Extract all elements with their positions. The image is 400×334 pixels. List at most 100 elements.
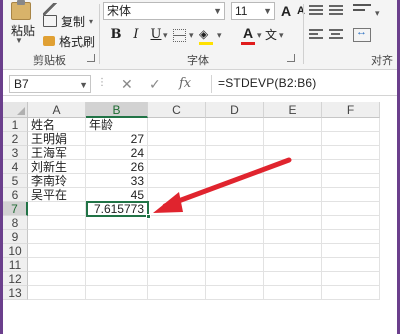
row-header-11[interactable]: 11 xyxy=(3,258,28,272)
cell-f10[interactable] xyxy=(322,244,380,258)
row-header-7[interactable]: 7 xyxy=(3,202,28,216)
cell-a11[interactable] xyxy=(28,258,86,272)
clipboard-launcher-icon[interactable] xyxy=(87,54,95,62)
cell-b11[interactable] xyxy=(86,258,148,272)
fill-handle[interactable] xyxy=(146,214,151,219)
cell-d2[interactable] xyxy=(206,132,264,146)
copy-button[interactable]: 复制 ▾ xyxy=(43,12,93,30)
font-name-select[interactable]: 宋体 ▼ xyxy=(103,2,225,20)
cell-f13[interactable] xyxy=(322,286,380,300)
cell-a2[interactable]: 王明娟 xyxy=(28,132,86,146)
cell-f8[interactable] xyxy=(322,216,380,230)
cell-e7[interactable] xyxy=(264,202,322,216)
cell-b12[interactable] xyxy=(86,272,148,286)
phonetic-guide-button[interactable]: 文 xyxy=(265,26,277,44)
cell-b8[interactable] xyxy=(86,216,148,230)
cell-c5[interactable] xyxy=(148,174,206,188)
cell-a5[interactable]: 李南玲 xyxy=(28,174,86,188)
borders-icon[interactable] xyxy=(173,29,186,42)
name-box[interactable]: B7 ▼ xyxy=(9,75,91,93)
cell-a9[interactable] xyxy=(28,230,86,244)
cell-a4[interactable]: 刘新生 xyxy=(28,160,86,174)
cell-e9[interactable] xyxy=(264,230,322,244)
drag-handle-icon[interactable]: ⋮ xyxy=(97,77,107,88)
cell-b2[interactable]: 27 xyxy=(86,132,148,146)
font-color-button[interactable]: A xyxy=(243,25,253,41)
cell-a8[interactable] xyxy=(28,216,86,230)
row-header-2[interactable]: 2 xyxy=(3,132,28,146)
cell-f5[interactable] xyxy=(322,174,380,188)
bold-button[interactable]: B xyxy=(107,26,125,44)
column-header-d[interactable]: D xyxy=(206,102,264,118)
cell-e1[interactable] xyxy=(264,118,322,132)
cell-b7[interactable]: 7.615773 xyxy=(86,201,149,217)
row-header-10[interactable]: 10 xyxy=(3,244,28,258)
chevron-down-icon[interactable]: ▾ xyxy=(257,26,262,44)
cell-c2[interactable] xyxy=(148,132,206,146)
cell-f4[interactable] xyxy=(322,160,380,174)
chevron-down-icon[interactable]: ▾ xyxy=(163,26,168,44)
cell-d4[interactable] xyxy=(206,160,264,174)
cell-c8[interactable] xyxy=(148,216,206,230)
cell-d9[interactable] xyxy=(206,230,264,244)
chevron-down-icon[interactable]: ▾ xyxy=(279,26,284,44)
cell-d13[interactable] xyxy=(206,286,264,300)
left-align-icon[interactable] xyxy=(309,29,323,41)
cell-a1[interactable]: 姓名 xyxy=(28,118,86,132)
cell-f11[interactable] xyxy=(322,258,380,272)
cell-f3[interactable] xyxy=(322,146,380,160)
cancel-icon[interactable]: ✕ xyxy=(121,76,133,92)
cell-f9[interactable] xyxy=(322,230,380,244)
column-header-e[interactable]: E xyxy=(264,102,322,118)
cell-b13[interactable] xyxy=(86,286,148,300)
row-header-4[interactable]: 4 xyxy=(3,160,28,174)
row-header-1[interactable]: 1 xyxy=(3,118,28,132)
cell-b3[interactable]: 24 xyxy=(86,146,148,160)
cell-d12[interactable] xyxy=(206,272,264,286)
paste-button[interactable]: 粘贴 ▼ xyxy=(5,0,37,45)
cell-f12[interactable] xyxy=(322,272,380,286)
fill-color-icon[interactable]: ◈ xyxy=(199,26,208,42)
cell-b9[interactable] xyxy=(86,230,148,244)
row-header-9[interactable]: 9 xyxy=(3,230,28,244)
cell-a3[interactable]: 王海军 xyxy=(28,146,86,160)
cell-d6[interactable] xyxy=(206,188,264,202)
cell-c7[interactable] xyxy=(148,202,206,216)
cell-e10[interactable] xyxy=(264,244,322,258)
middle-align-icon[interactable] xyxy=(329,5,343,17)
row-header-6[interactable]: 6 xyxy=(3,188,28,202)
font-launcher-icon[interactable] xyxy=(287,54,295,62)
column-header-b[interactable]: B xyxy=(86,102,148,118)
grow-font-button[interactable]: A xyxy=(281,3,291,19)
row-header-13[interactable]: 13 xyxy=(3,286,28,300)
font-size-select[interactable]: 11 ▼ xyxy=(231,2,275,20)
cell-b10[interactable] xyxy=(86,244,148,258)
cell-d11[interactable] xyxy=(206,258,264,272)
cell-c4[interactable] xyxy=(148,160,206,174)
format-painter-button[interactable]: 格式刷 xyxy=(43,32,95,50)
cell-a13[interactable] xyxy=(28,286,86,300)
cell-a6[interactable]: 吴平在 xyxy=(28,188,86,202)
center-align-icon[interactable] xyxy=(329,29,343,41)
cell-e6[interactable] xyxy=(264,188,322,202)
merge-center-icon[interactable] xyxy=(353,26,371,42)
column-header-a[interactable]: A xyxy=(28,102,86,118)
cell-b6[interactable]: 45 xyxy=(86,188,148,202)
column-header-c[interactable]: C xyxy=(148,102,206,118)
cell-e12[interactable] xyxy=(264,272,322,286)
row-header-5[interactable]: 5 xyxy=(3,174,28,188)
cell-d1[interactable] xyxy=(206,118,264,132)
chevron-down-icon[interactable]: ▾ xyxy=(217,26,222,44)
row-header-8[interactable]: 8 xyxy=(3,216,28,230)
cell-b1[interactable]: 年龄 xyxy=(86,118,148,132)
cell-a10[interactable] xyxy=(28,244,86,258)
cell-f7[interactable] xyxy=(322,202,380,216)
cell-e13[interactable] xyxy=(264,286,322,300)
cell-c9[interactable] xyxy=(148,230,206,244)
cell-c6[interactable] xyxy=(148,188,206,202)
cell-d5[interactable] xyxy=(206,174,264,188)
cell-c3[interactable] xyxy=(148,146,206,160)
cell-e8[interactable] xyxy=(264,216,322,230)
cell-d3[interactable] xyxy=(206,146,264,160)
cell-b4[interactable]: 26 xyxy=(86,160,148,174)
